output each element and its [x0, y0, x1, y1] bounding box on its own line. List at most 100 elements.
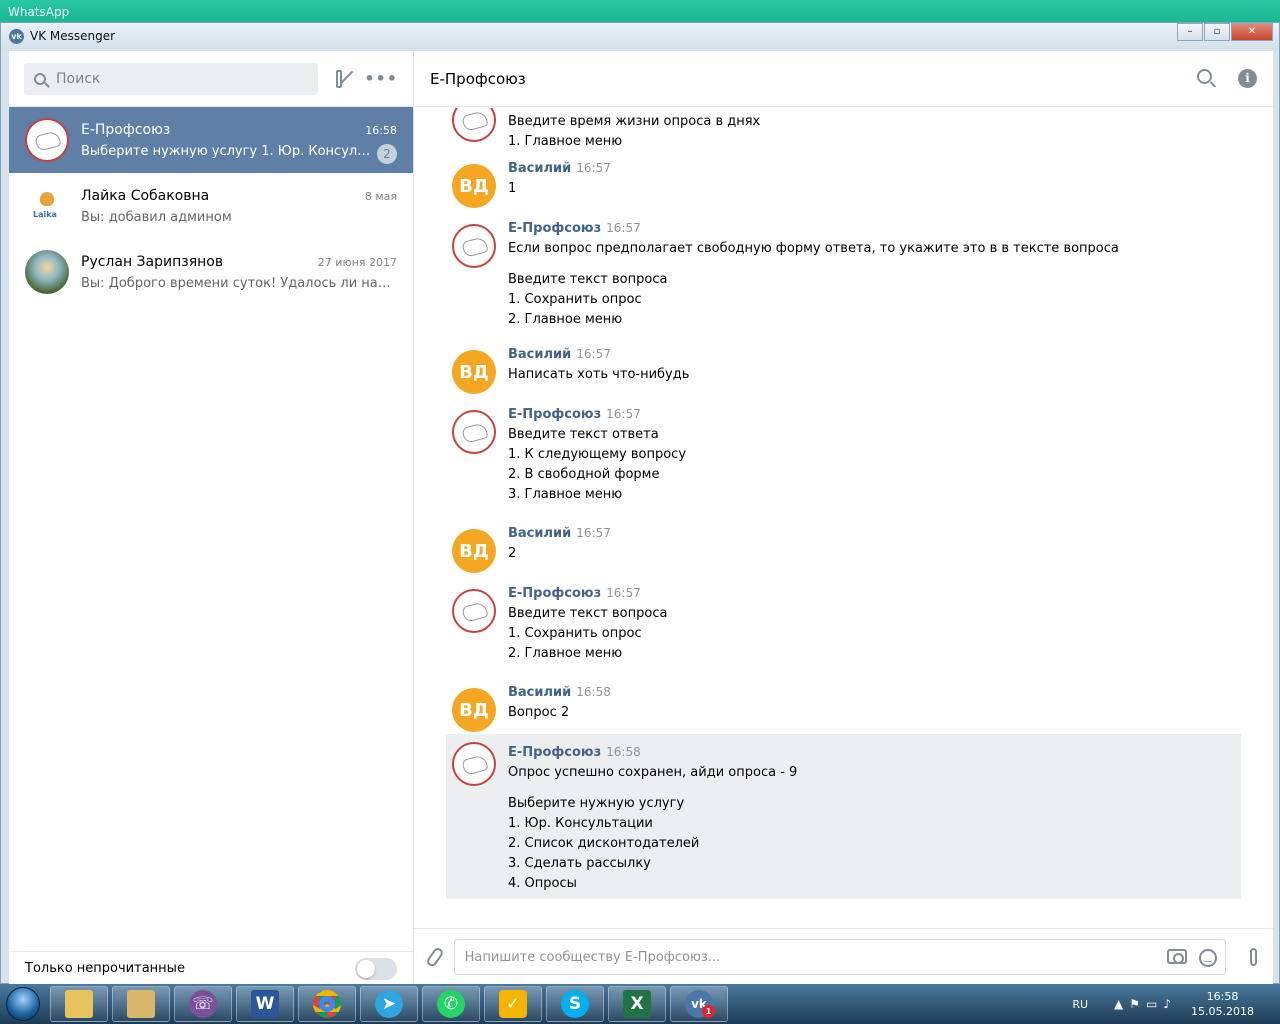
search-input[interactable]: Поиск [24, 62, 318, 95]
message-line: Выберите нужную услугу [508, 796, 685, 811]
message-line: Написать хоть что-нибудь [508, 367, 690, 382]
tasks-icon: ✓ [499, 990, 527, 1018]
unread-filter: Только непрочитанные [9, 951, 413, 985]
folder-icon [65, 990, 93, 1018]
message: ВД Василий 16:57 1 [446, 158, 1241, 208]
conversation-item[interactable]: Руслан Зарипзянов 27 июня 2017 Вы: Добро… [9, 239, 413, 305]
message-line: 3. Главное меню [508, 487, 623, 502]
conversation-item[interactable]: Е-Профсоюз 16:58 Выберите нужную услугу … [9, 107, 413, 173]
avatar [452, 589, 496, 633]
windows-taskbar: ☏ W ➤ ✆ ✓ S X vk 1 RU ▲⚑▭♪ 16:58 15.05.20… [0, 984, 1280, 1024]
clock[interactable]: 16:58 15.05.2018 [1191, 989, 1254, 1019]
message-feed[interactable]: Введите время жизни опроса в днях 1. Гла… [414, 108, 1273, 928]
taskbar-file-manager[interactable] [112, 986, 170, 1022]
microphone-icon[interactable] [1249, 948, 1257, 966]
message-author[interactable]: Василий [508, 685, 571, 700]
conversation-name: Лайка Собаковна [81, 187, 210, 204]
more-options-icon[interactable]: ••• [364, 69, 398, 88]
avatar: ВД [452, 164, 496, 208]
message-author[interactable]: Василий [508, 161, 571, 176]
chat-header: Е-Профсоюз i [414, 51, 1273, 107]
message-line: Если вопрос предполагает свободную форму… [508, 241, 1119, 256]
taskbar-telegram[interactable]: ➤ [360, 986, 418, 1022]
new-message-icon[interactable] [336, 69, 343, 88]
conversation-sidebar: Поиск ••• Е-Профсоюз 16:58 Выберите нужн… [9, 51, 414, 985]
message-highlighted: Е-Профсоюз 16:58 Опрос успешно сохранен, … [446, 734, 1241, 899]
avatar [452, 108, 496, 142]
taskbar-excel[interactable]: X [608, 986, 666, 1022]
message-time: 16:57 [576, 526, 611, 540]
message-line: 2. Главное меню [508, 312, 623, 327]
message-author[interactable]: Е-Профсоюз [508, 407, 601, 422]
title-bar: vk VK Messenger – ▫ ✕ [1, 23, 1279, 49]
taskbar-tasks[interactable]: ✓ [484, 986, 542, 1022]
chrome-icon [313, 990, 341, 1018]
message-author[interactable]: Е-Профсоюз [508, 745, 601, 760]
search-icon[interactable] [1197, 69, 1212, 84]
message: Е-Профсоюз 16:57 Введите текст вопроса 1.… [446, 583, 1241, 664]
message: ВД Василий 16:57 2 [446, 523, 1241, 573]
avatar [25, 118, 69, 162]
search-placeholder: Поиск [56, 70, 101, 87]
chat-panel: Е-Профсоюз i Введите время жизни опроса … [414, 51, 1273, 985]
close-button[interactable]: ✕ [1231, 23, 1273, 41]
taskbar-viber[interactable]: ☏ [174, 986, 232, 1022]
message: Введите время жизни опроса в днях 1. Гла… [446, 108, 1241, 152]
message-line: Введите текст ответа [508, 427, 659, 442]
message: ВД Василий 16:58 Вопрос 2 [446, 682, 1241, 732]
background-window-title: WhatsApp [0, 0, 1280, 22]
taskbar-explorer[interactable] [50, 986, 108, 1022]
conversation-preview: Выберите нужную услугу 1. Юр. Консультац… [81, 143, 397, 159]
info-icon[interactable]: i [1238, 69, 1257, 88]
avatar [452, 410, 496, 454]
viber-icon: ☏ [189, 990, 217, 1018]
message-time: 16:58 [606, 745, 641, 759]
camera-icon[interactable] [1166, 949, 1187, 964]
conversation-preview: Вы: Доброго времени суток! Удалось ли на… [81, 275, 397, 291]
message-author[interactable]: Е-Профсоюз [508, 586, 601, 601]
unread-filter-label: Только непрочитанные [25, 961, 185, 976]
emoji-icon[interactable]: ‿ [1198, 949, 1217, 967]
unread-badge: 2 [377, 144, 397, 164]
window-title: VK Messenger [30, 29, 116, 43]
message-author[interactable]: Василий [508, 347, 571, 362]
message-author[interactable]: Василий [508, 526, 571, 541]
taskbar-whatsapp[interactable]: ✆ [422, 986, 480, 1022]
message-line: 1. Юр. Консультации [508, 816, 653, 831]
attach-icon[interactable] [425, 946, 445, 968]
vk-logo-icon: vk [9, 28, 24, 44]
message-line: 1. Сохранить опрос [508, 626, 642, 641]
conversation-item[interactable]: Лайка Собаковна 8 мая Вы: добавил админо… [9, 173, 413, 239]
message-input[interactable]: Напишите сообществу Е-Профсоюз... ‿ [453, 939, 1226, 975]
message: ВД Василий 16:57 Написать хоть что-нибудь [446, 344, 1241, 394]
avatar [25, 250, 69, 294]
compose-bar: Напишите сообществу Е-Профсоюз... ‿ [414, 928, 1273, 985]
taskbar-word[interactable]: W [236, 986, 294, 1022]
search-icon [34, 72, 46, 85]
message-line: 2. Главное меню [508, 646, 623, 661]
avatar [25, 184, 69, 228]
whatsapp-icon: ✆ [437, 990, 465, 1018]
conversation-time: 8 мая [364, 189, 397, 203]
taskbar-chrome[interactable] [298, 986, 356, 1022]
minimize-button[interactable]: – [1177, 23, 1203, 41]
sidebar-header: Поиск ••• [9, 51, 413, 107]
chat-title[interactable]: Е-Профсоюз [430, 70, 526, 88]
taskbar-skype[interactable]: S [546, 986, 604, 1022]
message-line: 1 [508, 181, 517, 196]
message-time: 16:57 [576, 347, 611, 361]
start-button[interactable] [0, 984, 46, 1024]
message-time: 16:58 [576, 685, 611, 699]
message-line: 2. Список дисконтодателей [508, 836, 700, 851]
maximize-button[interactable]: ▫ [1204, 23, 1230, 41]
avatar: ВД [452, 529, 496, 573]
avatar [452, 742, 496, 786]
unread-toggle[interactable] [355, 957, 397, 980]
avatar: ВД [452, 688, 496, 732]
taskbar-vk[interactable]: vk 1 [670, 986, 728, 1022]
message-author[interactable]: Е-Профсоюз [508, 221, 601, 236]
language-indicator[interactable]: RU [1072, 998, 1088, 1011]
tray-icons[interactable]: ▲⚑▭♪ [1114, 997, 1177, 1011]
avatar: ВД [452, 350, 496, 394]
message-line: 1. Главное меню [508, 134, 623, 149]
